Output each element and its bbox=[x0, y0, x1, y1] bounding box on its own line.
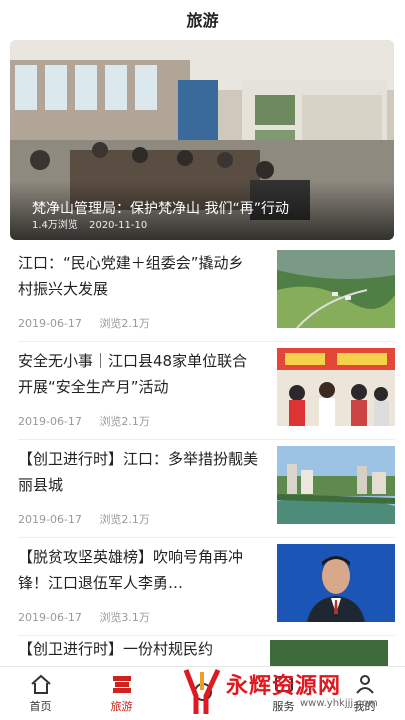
article-thumbnail bbox=[277, 544, 395, 622]
article-title: 【脱贫攻坚英雄榜】吹响号角再冲锋！江口退伍军人李勇… bbox=[18, 548, 244, 592]
article-thumbnail bbox=[270, 640, 388, 666]
article-date: 2019-06-17 bbox=[18, 415, 82, 428]
hero-banner[interactable]: 梵净山管理局：保护梵净山 我们“再”行动 1.4万浏览 2020-11-10 bbox=[10, 40, 394, 240]
tab-label: 旅游 bbox=[110, 700, 133, 713]
service-icon bbox=[274, 676, 293, 692]
list-item[interactable]: 安全无小事｜江口县48家单位联合开展“安全生产月”活动 2019-06-17 浏… bbox=[18, 342, 395, 440]
article-date: 2019-06-17 bbox=[18, 611, 82, 624]
bottom-tab-bar: 首页 旅游 服务 我的 bbox=[0, 666, 405, 720]
hero-views: 1.4万浏览 bbox=[32, 220, 78, 231]
article-list: 江口：“民心党建＋组委会”撬动乡村振兴大发展 2019-06-17 浏览2.1万… bbox=[0, 244, 405, 636]
tab-label: 服务 bbox=[272, 700, 295, 713]
home-icon bbox=[30, 674, 51, 694]
article-meta: 2019-06-17 浏览2.1万 bbox=[18, 315, 164, 331]
hero-date: 2020-11-10 bbox=[89, 220, 148, 231]
page-title: 旅游 bbox=[186, 11, 219, 30]
article-views: 浏览2.1万 bbox=[99, 317, 150, 330]
tab-center[interactable] bbox=[162, 667, 243, 720]
center-icon bbox=[193, 683, 212, 701]
article-title: 安全无小事｜江口县48家单位联合开展“安全生产月”活动 bbox=[18, 352, 248, 396]
article-title: 【创卫进行时】江口：多举措扮靓美丽县城 bbox=[18, 450, 259, 494]
tab-home[interactable]: 首页 bbox=[0, 667, 81, 720]
article-thumbnail bbox=[277, 250, 395, 328]
article-meta: 2019-06-17 浏览2.1万 bbox=[18, 511, 164, 527]
list-item[interactable]: 【脱贫攻坚英雄榜】吹响号角再冲锋！江口退伍军人李勇… 2019-06-17 浏览… bbox=[18, 538, 395, 636]
article-views: 浏览2.1万 bbox=[99, 415, 150, 428]
article-views: 浏览3.1万 bbox=[99, 611, 150, 624]
top-bar: 旅游 bbox=[0, 0, 405, 38]
article-meta: 2019-06-17 浏览3.1万 bbox=[18, 609, 164, 625]
tab-service[interactable]: 服务 bbox=[243, 667, 324, 720]
list-item[interactable]: 江口：“民心党建＋组委会”撬动乡村振兴大发展 2019-06-17 浏览2.1万 bbox=[18, 244, 395, 342]
article-title: 江口：“民心党建＋组委会”撬动乡村振兴大发展 bbox=[18, 254, 244, 298]
article-thumbnail bbox=[277, 446, 395, 524]
hero-meta: 1.4万浏览 2020-11-10 bbox=[32, 216, 155, 231]
tab-user[interactable]: 我的 bbox=[324, 667, 405, 720]
hero-title: 梵净山管理局：保护梵净山 我们“再”行动 bbox=[32, 201, 289, 217]
travel-icon bbox=[112, 676, 131, 693]
list-item[interactable]: 【创卫进行时】江口：多举措扮靓美丽县城 2019-06-17 浏览2.1万 bbox=[18, 440, 395, 538]
article-date: 2019-06-17 bbox=[18, 317, 82, 330]
tab-label: 首页 bbox=[29, 700, 52, 713]
article-date: 2019-06-17 bbox=[18, 513, 82, 526]
article-meta: 2019-06-17 浏览2.1万 bbox=[18, 413, 164, 429]
article-thumbnail bbox=[277, 348, 395, 426]
tab-travel[interactable]: 旅游 bbox=[81, 667, 162, 720]
list-item[interactable]: 【创卫进行时】一份村规民约 bbox=[18, 638, 388, 666]
tab-label: 我的 bbox=[353, 700, 376, 713]
user-icon bbox=[355, 675, 374, 694]
article-views: 浏览2.1万 bbox=[99, 513, 150, 526]
